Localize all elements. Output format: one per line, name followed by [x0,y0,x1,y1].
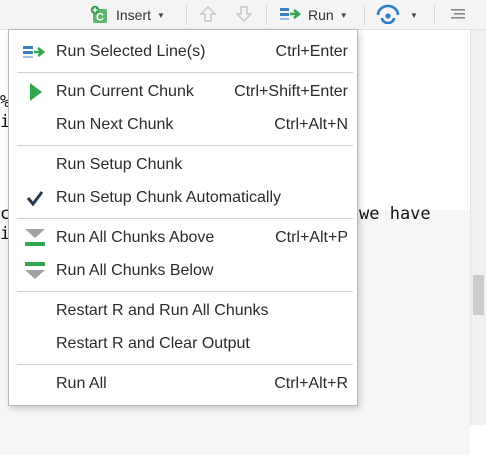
menu-item-run-setup-chunk[interactable]: Run Setup Chunk [9,150,357,180]
menu-item-shortcut: Ctrl+Shift+Enter [234,83,348,100]
toolbar-divider [434,5,435,25]
chevron-down-icon: ▼ [339,10,348,20]
outline-button[interactable] [448,3,468,27]
next-chunk-button[interactable] [234,3,254,27]
menu-item-label: Run All [56,375,107,392]
run-button[interactable]: Run ▼ [279,3,348,27]
toolbar-divider [364,5,365,25]
run-below-icon [23,262,47,280]
play-icon [23,83,47,101]
menu-item-shortcut: Ctrl+Alt+P [275,229,348,246]
scrollbar-thumb[interactable] [473,275,484,315]
menu-divider [17,291,353,292]
menu-item-restart-r-and-run-all-chunks[interactable]: Restart R and Run All Chunks [9,296,357,326]
menu-item-shortcut: Ctrl+Alt+N [274,116,348,133]
run-label: Run [308,7,334,23]
publish-button[interactable]: ▼ [376,3,418,27]
toolbar-divider [266,5,267,25]
menu-item-shortcut: Ctrl+Enter [275,43,348,60]
menu-item-label: Run Setup Chunk [56,156,183,173]
menu-divider [17,145,353,146]
insert-label: Insert [116,7,152,23]
menu-item-label: Run All Chunks Below [56,262,214,279]
toolbar-divider [186,5,187,25]
run-icon [279,4,305,27]
menu-divider [17,72,353,73]
outline-icon [448,4,468,27]
menu-item-label: Run Setup Chunk Automatically [56,189,282,206]
insert-chunk-button[interactable]: C Insert ▼ [90,3,165,27]
menu-item-label: Run Selected Line(s) [56,43,206,60]
menu-item-run-all-chunks-above[interactable]: Run All Chunks Above Ctrl+Alt+P [9,223,357,253]
menu-item-label: Restart R and Clear Output [56,335,250,352]
menu-divider [17,218,353,219]
menu-item-run-setup-chunk-automatically[interactable]: Run Setup Chunk Automatically [9,183,357,213]
previous-chunk-button[interactable] [198,3,218,27]
menu-divider [17,364,353,365]
editor-toolbar: C Insert ▼ Run ▼ ▼ [0,0,486,30]
menu-item-run-selected-lines[interactable]: Run Selected Line(s) Ctrl+Enter [9,37,357,67]
menu-item-label: Run Current Chunk [56,83,194,100]
chevron-down-icon: ▼ [410,10,418,20]
menu-item-run-current-chunk[interactable]: Run Current Chunk Ctrl+Shift+Enter [9,77,357,107]
checkmark-icon [23,189,47,207]
menu-item-shortcut: Ctrl+Alt+R [274,375,348,392]
arrow-up-icon [198,4,218,27]
arrow-down-icon [234,4,254,27]
menu-item-label: Restart R and Run All Chunks [56,302,269,319]
run-above-icon [23,229,47,247]
insert-chunk-icon: C [90,5,112,25]
menu-item-run-all[interactable]: Run All Ctrl+Alt+R [9,369,357,399]
menu-item-run-next-chunk[interactable]: Run Next Chunk Ctrl+Alt+N [9,110,357,140]
menu-item-run-all-chunks-below[interactable]: Run All Chunks Below [9,256,357,286]
menu-item-label: Run All Chunks Above [56,229,215,246]
publish-icon [376,4,400,27]
run-lines-icon [23,43,47,61]
chevron-down-icon: ▼ [157,10,165,20]
menu-item-label: Run Next Chunk [56,116,174,133]
vertical-scrollbar[interactable] [470,30,486,425]
code-line-fragment: we have [359,204,431,224]
run-dropdown-menu: Run Selected Line(s) Ctrl+Enter Run Curr… [8,29,358,406]
menu-item-restart-r-and-clear-output[interactable]: Restart R and Clear Output [9,329,357,359]
